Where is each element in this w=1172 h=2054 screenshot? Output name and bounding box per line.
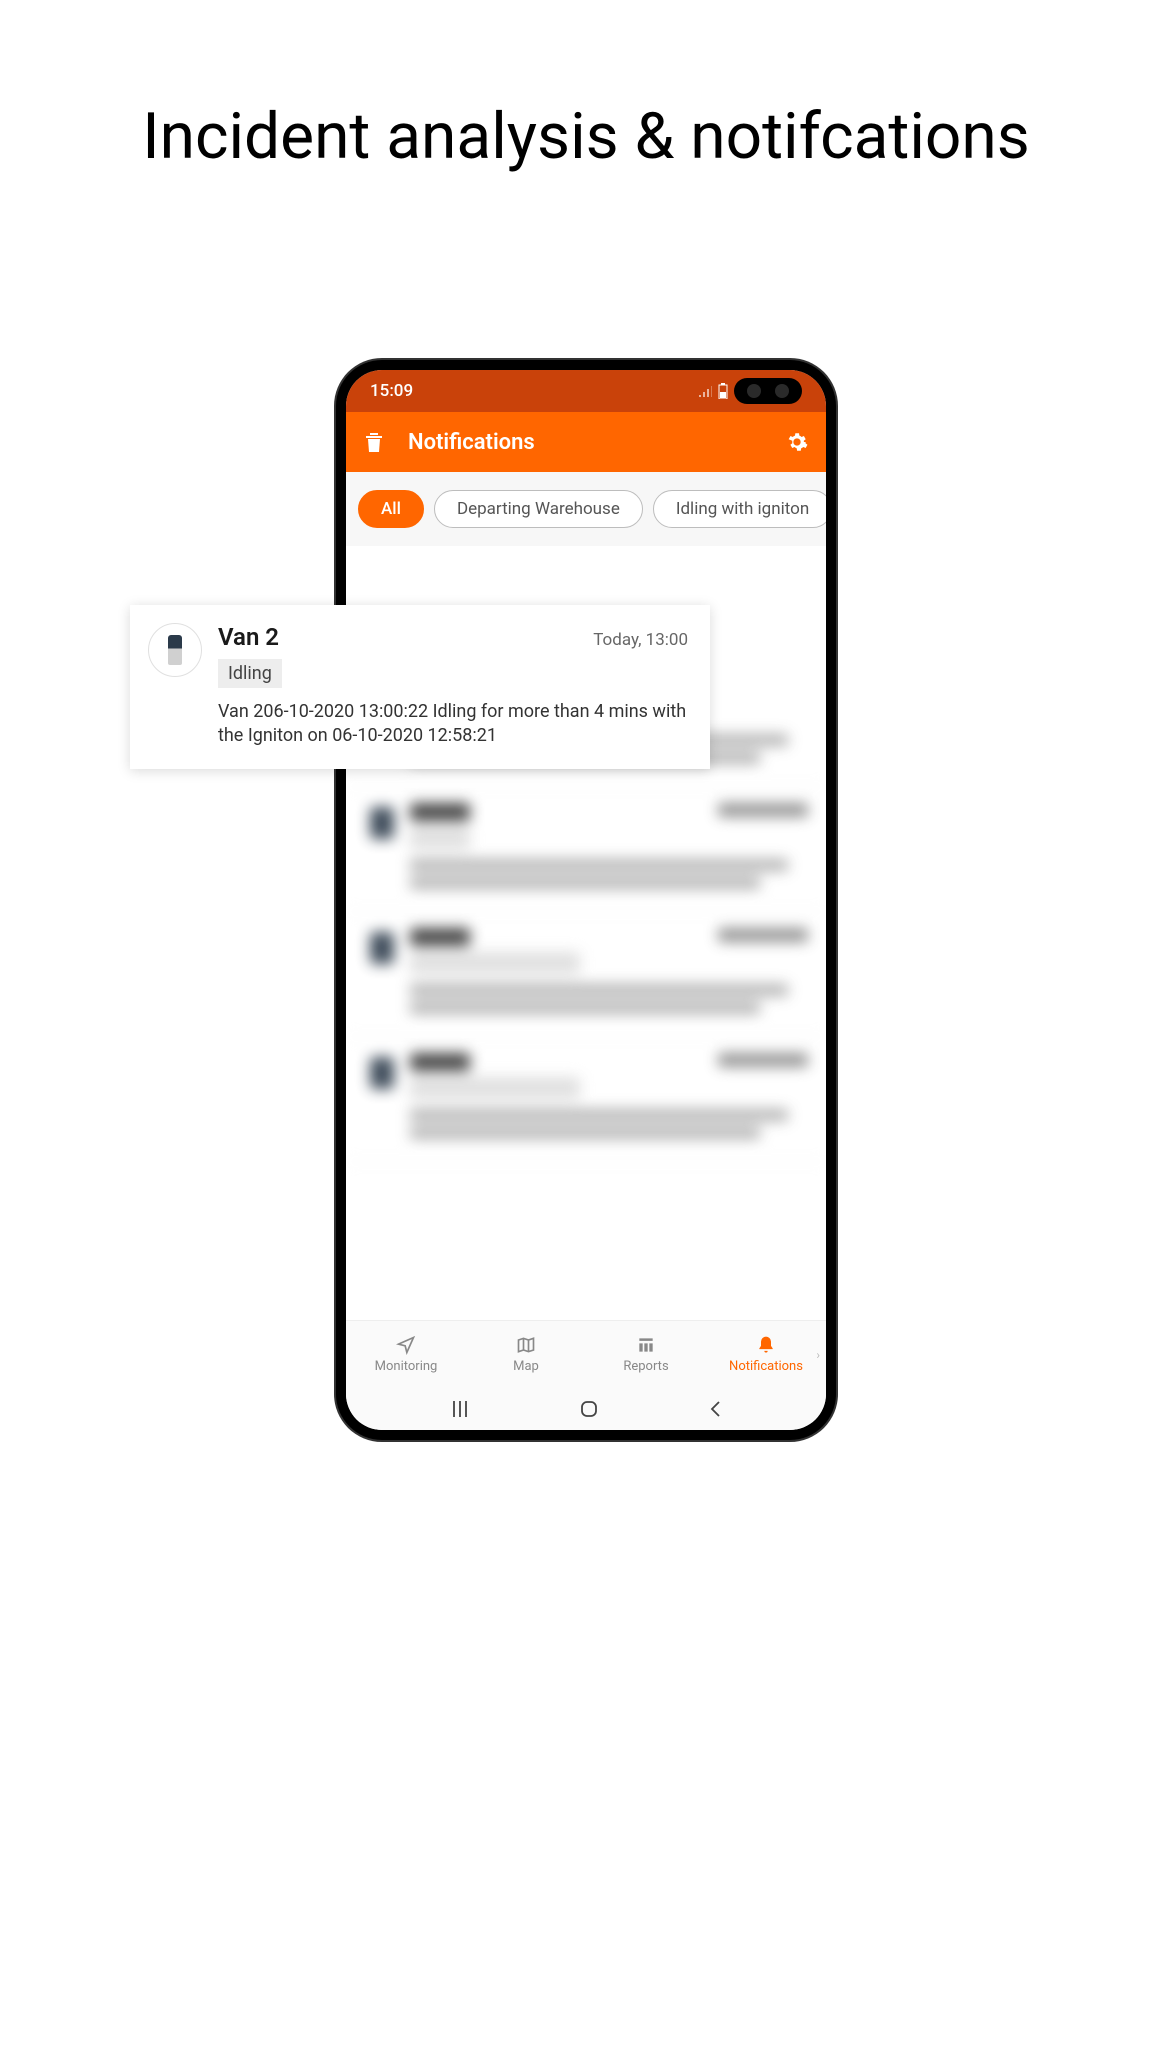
phone-frame: 15:09 Notifications (336, 360, 836, 1440)
list-item[interactable] (346, 912, 826, 1037)
filter-chip-idling[interactable]: Idling with igniton (653, 490, 826, 528)
featured-notification-card[interactable]: Van 2 Today, 13:00 Idling Van 206-10-202… (130, 605, 710, 769)
home-button[interactable] (579, 1399, 599, 1419)
signal-icon (698, 385, 712, 397)
notification-timestamp: Today, 13:00 (593, 630, 688, 650)
notification-description: Van 206-10-2020 13:00:22 Idling for more… (218, 700, 688, 749)
trash-icon[interactable] (364, 431, 384, 453)
app-bar-title: Notifications (408, 430, 762, 455)
app-bar: Notifications (346, 412, 826, 472)
nav-label: Map (513, 1359, 539, 1374)
filter-chip-departing[interactable]: Departing Warehouse (434, 490, 643, 528)
notification-tag: Idling (218, 659, 282, 688)
nav-label: Reports (623, 1359, 668, 1374)
status-bar: 15:09 (346, 370, 826, 412)
bottom-nav: Monitoring Map Reports Notifications (346, 1320, 826, 1388)
filter-bar: All Departing Warehouse Idling with igni… (346, 472, 826, 546)
chevron-right-icon[interactable]: › (816, 1348, 820, 1362)
page-title: Incident analysis & notifcations (0, 100, 1172, 174)
vehicle-avatar (148, 623, 202, 677)
camera-notch (734, 378, 802, 404)
nav-map[interactable]: Map (466, 1321, 586, 1388)
map-icon (516, 1335, 536, 1355)
bell-icon (756, 1335, 776, 1355)
battery-icon (718, 383, 728, 399)
nav-label: Monitoring (375, 1359, 438, 1374)
nav-label: Notifications (729, 1359, 803, 1374)
back-button[interactable] (708, 1399, 722, 1419)
reports-icon (636, 1335, 656, 1355)
list-item[interactable] (346, 1037, 826, 1162)
navigate-icon (396, 1335, 416, 1355)
list-item[interactable] (346, 787, 826, 912)
status-right (698, 378, 802, 404)
notification-vehicle: Van 2 (218, 623, 279, 651)
phone-screen: 15:09 Notifications (346, 370, 826, 1430)
filter-chip-all[interactable]: All (358, 490, 424, 528)
van-icon (168, 635, 182, 665)
nav-notifications[interactable]: Notifications (706, 1321, 826, 1388)
notification-body: Van 2 Today, 13:00 Idling Van 206-10-202… (218, 623, 688, 749)
gear-icon[interactable] (786, 431, 808, 453)
recent-apps-button[interactable] (450, 1400, 470, 1418)
status-time: 15:09 (370, 381, 413, 401)
nav-monitoring[interactable]: Monitoring (346, 1321, 466, 1388)
nav-reports[interactable]: Reports (586, 1321, 706, 1388)
android-nav-bar (346, 1388, 826, 1430)
